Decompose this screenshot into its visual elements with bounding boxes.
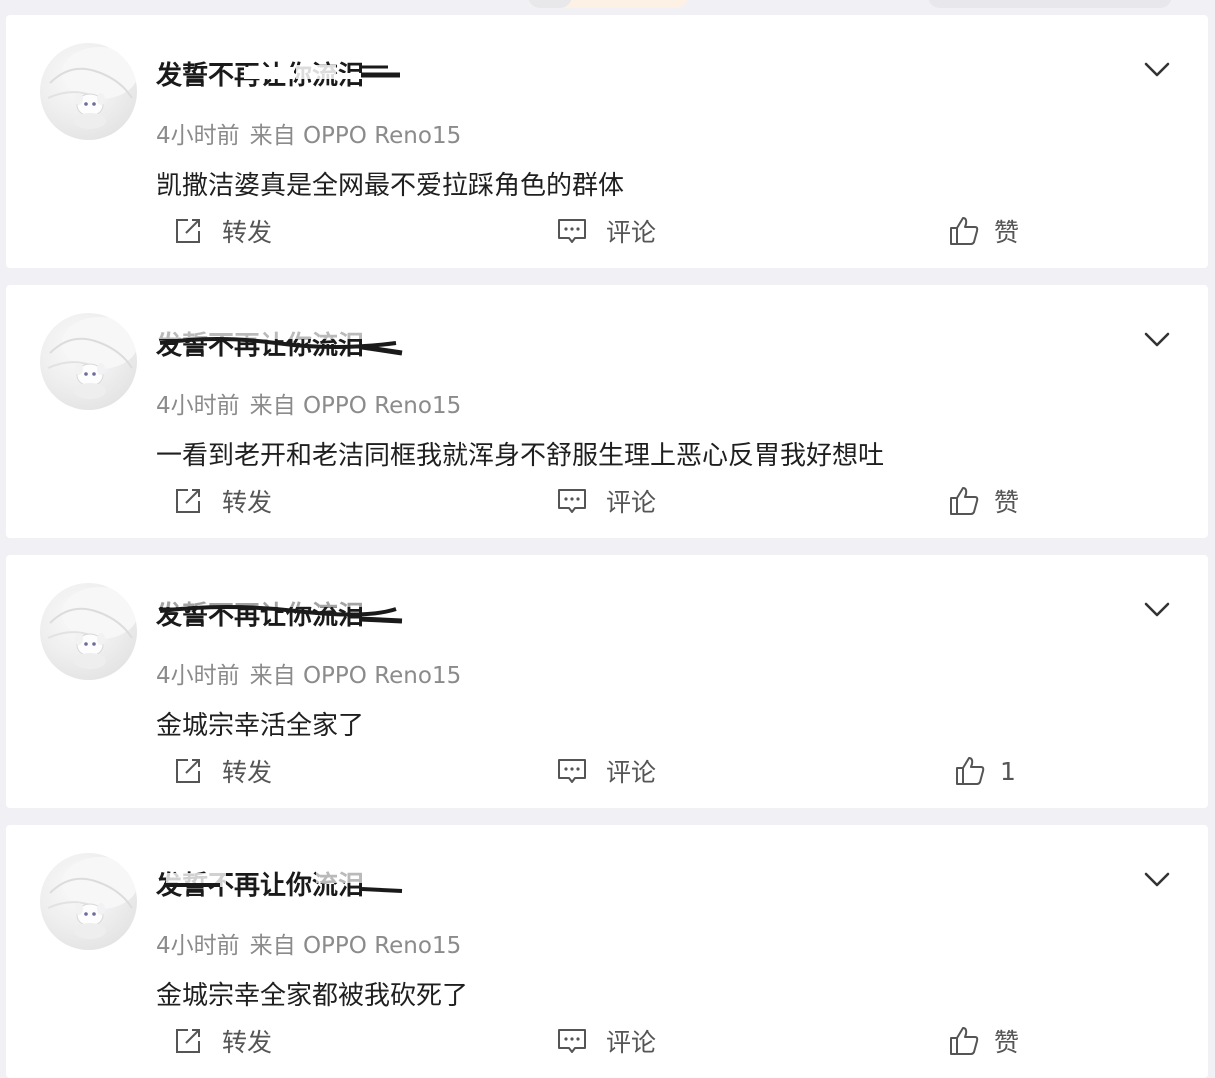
comment-text: 金城宗幸活全家了	[156, 711, 365, 741]
username[interactable]: 发誓不再让你流泪	[156, 325, 364, 362]
repost-button[interactable]: 转发	[172, 209, 272, 253]
comment-icon	[558, 489, 586, 513]
thumbs-up-icon	[950, 217, 979, 245]
comment-card: 发誓不再让你流泪 4小时前 来自 OPPO Reno15 金城宗幸活全家了 转发 …	[6, 555, 1208, 808]
post-meta: 4小时前 来自 OPPO Reno15	[156, 926, 461, 960]
timestamp: 4小时前	[156, 663, 240, 689]
username[interactable]: 发誓不再让你流泪	[156, 865, 364, 902]
avatar[interactable]	[40, 853, 137, 950]
top-search-pill[interactable]	[928, 0, 1172, 8]
repost-label: 转发	[222, 758, 273, 787]
repost-icon	[176, 1029, 200, 1053]
thumbs-up-icon	[956, 757, 985, 785]
comment-card: 发誓不再让你流泪 4小时前 来自 OPPO Reno15 一看到老开和老洁同框我就…	[6, 285, 1208, 538]
like-label: 赞	[994, 1028, 1020, 1057]
comment-text: 一看到老开和老洁同框我就浑身不舒服生理上恶心反胃我好想吐	[156, 441, 885, 471]
comment-label: 评论	[606, 1028, 657, 1057]
post-meta: 4小时前 来自 OPPO Reno15	[156, 116, 461, 150]
chevron-down-icon[interactable]	[1144, 331, 1170, 349]
like-label: 赞	[994, 218, 1020, 247]
comment-button[interactable]: 评论	[556, 749, 656, 793]
avatar[interactable]	[40, 583, 137, 680]
post-meta: 4小时前 来自 OPPO Reno15	[156, 386, 461, 420]
comment-card: 发誓不再让你流泪 4小时前 来自 OPPO Reno15 金城宗幸全家都被我砍死了…	[6, 825, 1208, 1078]
comment-label: 评论	[606, 488, 657, 517]
repost-button[interactable]: 转发	[172, 479, 272, 523]
comment-button[interactable]: 评论	[556, 209, 656, 253]
timestamp: 4小时前	[156, 933, 240, 959]
comment-card: 发誓不再让你流泪 4小时前 来自 OPPO Reno15 凯撒洁婆真是全网最不爱拉…	[6, 15, 1208, 268]
action-bar: 转发 评论 赞	[6, 479, 1208, 523]
username[interactable]: 发誓不再让你流泪	[156, 55, 364, 92]
comment-text: 金城宗幸全家都被我砍死了	[156, 981, 469, 1011]
thumbs-up-icon	[950, 1027, 979, 1055]
repost-label: 转发	[222, 488, 273, 517]
like-button[interactable]: 1	[954, 749, 1016, 793]
username[interactable]: 发誓不再让你流泪	[156, 595, 364, 632]
comment-button[interactable]: 评论	[556, 1019, 656, 1063]
chevron-down-icon[interactable]	[1144, 61, 1170, 79]
repost-button[interactable]: 转发	[172, 1019, 272, 1063]
comment-icon	[558, 219, 586, 243]
action-bar: 转发 评论 1	[6, 749, 1208, 793]
action-bar: 转发 评论 赞	[6, 209, 1208, 253]
source-device: 来自 OPPO Reno15	[249, 933, 462, 959]
chevron-down-icon[interactable]	[1144, 601, 1170, 619]
comment-label: 评论	[606, 758, 657, 787]
avatar[interactable]	[40, 313, 137, 410]
repost-button[interactable]: 转发	[172, 749, 272, 793]
source-device: 来自 OPPO Reno15	[249, 663, 462, 689]
top-tab-pill[interactable]	[528, 0, 688, 8]
like-count: 1	[1000, 756, 1016, 786]
source-device: 来自 OPPO Reno15	[249, 123, 462, 149]
comment-label: 评论	[606, 218, 657, 247]
repost-label: 转发	[222, 218, 273, 247]
action-bar: 转发 评论 赞	[6, 1019, 1208, 1063]
like-button[interactable]: 赞	[948, 209, 1019, 253]
repost-icon	[176, 489, 200, 513]
post-meta: 4小时前 来自 OPPO Reno15	[156, 656, 461, 690]
like-label: 赞	[994, 488, 1020, 517]
avatar[interactable]	[40, 43, 137, 140]
top-bar	[0, 0, 1215, 10]
repost-icon	[176, 759, 200, 783]
like-button[interactable]: 赞	[948, 479, 1019, 523]
thumbs-up-icon	[950, 487, 979, 515]
comment-icon	[558, 759, 586, 783]
comment-text: 凯撒洁婆真是全网最不爱拉踩角色的群体	[156, 171, 625, 201]
like-button[interactable]: 赞	[948, 1019, 1019, 1063]
comment-button[interactable]: 评论	[556, 479, 656, 523]
timestamp: 4小时前	[156, 393, 240, 419]
comment-icon	[558, 1029, 586, 1053]
timestamp: 4小时前	[156, 123, 240, 149]
source-device: 来自 OPPO Reno15	[249, 393, 462, 419]
chevron-down-icon[interactable]	[1144, 871, 1170, 889]
repost-icon	[176, 219, 200, 243]
repost-label: 转发	[222, 1028, 273, 1057]
